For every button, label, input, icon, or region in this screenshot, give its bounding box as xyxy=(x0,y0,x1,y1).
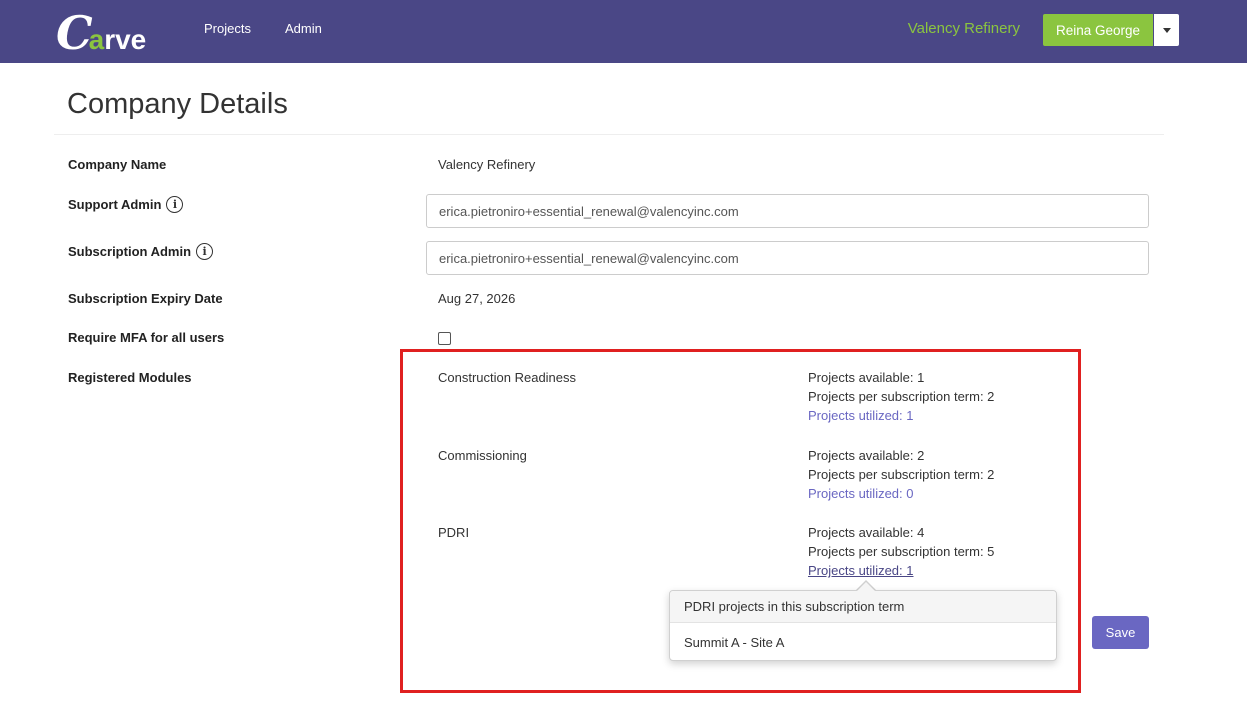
subscription-expiry-label: Subscription Expiry Date xyxy=(68,291,223,306)
require-mfa-checkbox[interactable] xyxy=(438,332,451,345)
user-menu-button[interactable]: Reina George xyxy=(1043,14,1153,46)
subscription-expiry-value: Aug 27, 2026 xyxy=(438,291,516,306)
subscription-expiry-label-text: Subscription Expiry Date xyxy=(68,291,223,306)
user-menu-toggle[interactable] xyxy=(1154,14,1179,46)
page-title: Company Details xyxy=(67,88,288,120)
logo-letters-rest: rve xyxy=(104,24,147,55)
support-admin-label: Support Admin i xyxy=(68,196,184,213)
carve-logo[interactable]: C a rve xyxy=(56,6,146,56)
require-mfa-label-text: Require MFA for all users xyxy=(68,330,225,345)
subscription-admin-label-text: Subscription Admin xyxy=(68,244,192,259)
registered-modules-label-text: Registered Modules xyxy=(68,370,192,385)
highlight-annotation-box xyxy=(400,349,1081,693)
require-mfa-label: Require MFA for all users xyxy=(68,330,224,345)
company-name-value: Valency Refinery xyxy=(438,157,536,172)
logo-letter-a: a xyxy=(88,24,105,55)
support-admin-label-text: Support Admin xyxy=(68,197,162,212)
company-name-label-text: Company Name xyxy=(68,157,167,172)
registered-modules-label: Registered Modules xyxy=(68,370,192,385)
title-divider xyxy=(54,134,1164,135)
info-icon[interactable]: i xyxy=(166,196,184,213)
nav-link-projects[interactable]: Projects xyxy=(204,21,251,36)
support-admin-input[interactable] xyxy=(426,194,1149,228)
info-icon[interactable]: i xyxy=(196,243,214,260)
subscription-admin-input[interactable] xyxy=(426,241,1149,275)
top-navbar: C a rve Projects Admin Valency Refinery … xyxy=(0,0,1247,63)
nav-link-admin[interactable]: Admin xyxy=(285,21,322,36)
company-name-label: Company Name xyxy=(68,157,166,172)
current-company-name: Valency Refinery xyxy=(907,20,1020,37)
save-button[interactable]: Save xyxy=(1092,616,1149,649)
caret-down-icon xyxy=(1162,27,1171,33)
logo-letter-c: C xyxy=(56,6,93,60)
subscription-admin-label: Subscription Admin i xyxy=(68,243,214,260)
